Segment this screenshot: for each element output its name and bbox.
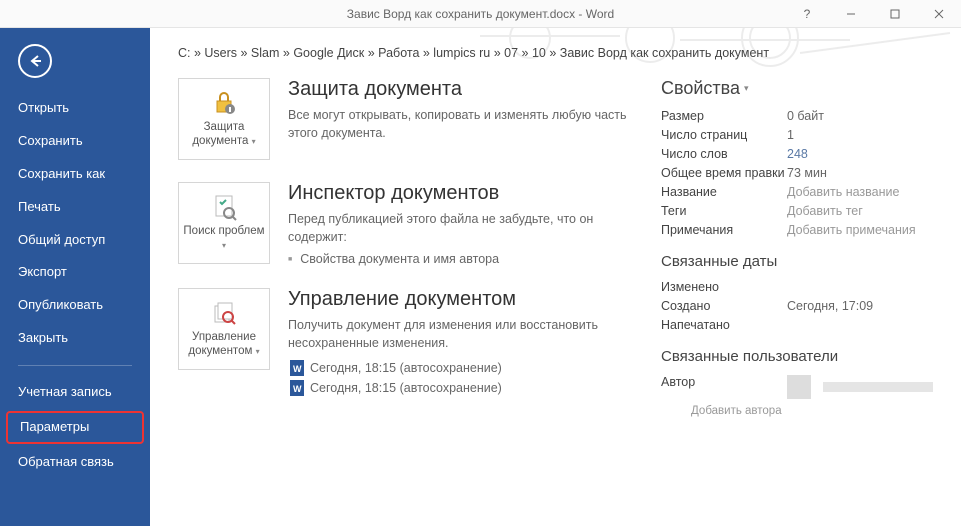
property-label: Размер [661, 109, 787, 123]
manage-title: Управление документом [288, 288, 637, 311]
date-row: Напечатано [661, 318, 933, 332]
sidebar-item-account[interactable]: Учетная запись [0, 376, 150, 409]
word-doc-icon: W [290, 360, 304, 376]
add-author-link[interactable]: Добавить автора [691, 405, 933, 417]
avatar-icon [787, 375, 811, 399]
manage-tile-label: Управление документом [188, 331, 256, 357]
sidebar-item-saveas[interactable]: Сохранить как [0, 158, 150, 191]
property-value[interactable]: Добавить название [787, 185, 899, 199]
date-row: Изменено [661, 280, 933, 294]
author-value[interactable] [787, 375, 933, 399]
property-row: Число слов248 [661, 147, 933, 161]
autosave-list: W Сегодня, 18:15 (автосохранение) W Сего… [288, 360, 637, 396]
inspect-tile-label: Поиск проблем [183, 225, 264, 237]
manage-section: Управление документом ▾ Управление докум… [178, 288, 637, 400]
inspect-bullet: Свойства документа и имя автора [288, 252, 637, 266]
property-row: Число страниц1 [661, 128, 933, 142]
sidebar-item-close[interactable]: Закрыть [0, 322, 150, 355]
author-label: Автор [661, 375, 787, 399]
autosave-item[interactable]: W Сегодня, 18:15 (автосохранение) [290, 360, 637, 376]
close-button[interactable] [917, 0, 961, 28]
related-dates-heading: Связанные даты [661, 253, 933, 270]
property-row: Размер0 байт [661, 109, 933, 123]
sidebar-item-feedback[interactable]: Обратная связь [0, 446, 150, 479]
protect-title: Защита документа [288, 78, 637, 101]
content-pane: C: » Users » Slam » Google Диск » Работа… [150, 28, 961, 526]
info-left-column: Защита документа ▾ Защита документа Все … [178, 78, 637, 422]
protect-tile[interactable]: Защита документа ▾ [178, 78, 270, 160]
property-label: Число слов [661, 147, 787, 161]
sidebar-item-options[interactable]: Параметры [6, 411, 144, 444]
inspect-title: Инспектор документов [288, 182, 637, 205]
property-value: 0 байт [787, 109, 824, 123]
document-stack-icon [210, 299, 238, 327]
word-doc-icon: W [290, 380, 304, 396]
property-row: ПримечанияДобавить примечания [661, 223, 933, 237]
inspect-desc: Перед публикацией этого файла не забудьт… [288, 211, 637, 246]
minimize-button[interactable] [829, 0, 873, 28]
sidebar-separator [18, 365, 132, 366]
chevron-down-icon: ▾ [252, 137, 256, 146]
sidebar-item-export[interactable]: Экспорт [0, 256, 150, 289]
lock-icon [210, 89, 238, 117]
maximize-button[interactable] [873, 0, 917, 28]
sidebar-item-print[interactable]: Печать [0, 191, 150, 224]
protect-section: Защита документа ▾ Защита документа Все … [178, 78, 637, 160]
properties-heading[interactable]: Свойства▾ [661, 78, 933, 99]
property-value: 1 [787, 128, 794, 142]
chevron-down-icon: ▾ [744, 83, 749, 94]
inspect-section: Поиск проблем ▾ Инспектор документов Пер… [178, 182, 637, 266]
date-label: Создано [661, 299, 787, 313]
property-label: Общее время правки [661, 166, 787, 180]
property-label: Теги [661, 204, 787, 218]
checklist-icon [210, 193, 238, 221]
breadcrumb[interactable]: C: » Users » Slam » Google Диск » Работа… [178, 46, 933, 60]
window-title: Завис Ворд как сохранить документ.docx -… [347, 7, 614, 21]
svg-text:W: W [293, 364, 302, 374]
property-row: ТегиДобавить тег [661, 204, 933, 218]
date-row: СозданоСегодня, 17:09 [661, 299, 933, 313]
window-controls: ? [785, 0, 961, 28]
manage-tile[interactable]: Управление документом ▾ [178, 288, 270, 370]
svg-text:W: W [293, 384, 302, 394]
backstage-sidebar: Открыть Сохранить Сохранить как Печать О… [0, 28, 150, 526]
help-button[interactable]: ? [785, 0, 829, 28]
author-row: Автор [661, 375, 933, 399]
property-value[interactable]: Добавить примечания [787, 223, 916, 237]
chevron-down-icon: ▾ [256, 347, 260, 356]
titlebar: Завис Ворд как сохранить документ.docx -… [0, 0, 961, 28]
autosave-item[interactable]: W Сегодня, 18:15 (автосохранение) [290, 380, 637, 396]
property-row: Общее время правки73 мин [661, 166, 933, 180]
sidebar-item-share[interactable]: Общий доступ [0, 224, 150, 257]
author-name-placeholder [823, 382, 933, 392]
protect-tile-label: Защита документа [192, 121, 248, 147]
date-label: Напечатано [661, 318, 787, 332]
manage-desc: Получить документ для изменения или восс… [288, 317, 637, 352]
back-button[interactable] [18, 44, 52, 78]
properties-panel: Свойства▾ Размер0 байтЧисло страниц1Числ… [661, 78, 933, 422]
inspect-tile[interactable]: Поиск проблем ▾ [178, 182, 270, 264]
property-label: Число страниц [661, 128, 787, 142]
date-label: Изменено [661, 280, 787, 294]
date-value: Сегодня, 17:09 [787, 299, 873, 313]
property-value[interactable]: 248 [787, 147, 808, 161]
property-row: НазваниеДобавить название [661, 185, 933, 199]
chevron-down-icon: ▾ [222, 241, 226, 250]
property-label: Примечания [661, 223, 787, 237]
property-label: Название [661, 185, 787, 199]
sidebar-item-open[interactable]: Открыть [0, 92, 150, 125]
protect-desc: Все могут открывать, копировать и изменя… [288, 107, 637, 142]
property-value[interactable]: Добавить тег [787, 204, 863, 218]
property-value: 73 мин [787, 166, 827, 180]
related-users-heading: Связанные пользователи [661, 348, 933, 365]
sidebar-item-publish[interactable]: Опубликовать [0, 289, 150, 322]
sidebar-item-save[interactable]: Сохранить [0, 125, 150, 158]
